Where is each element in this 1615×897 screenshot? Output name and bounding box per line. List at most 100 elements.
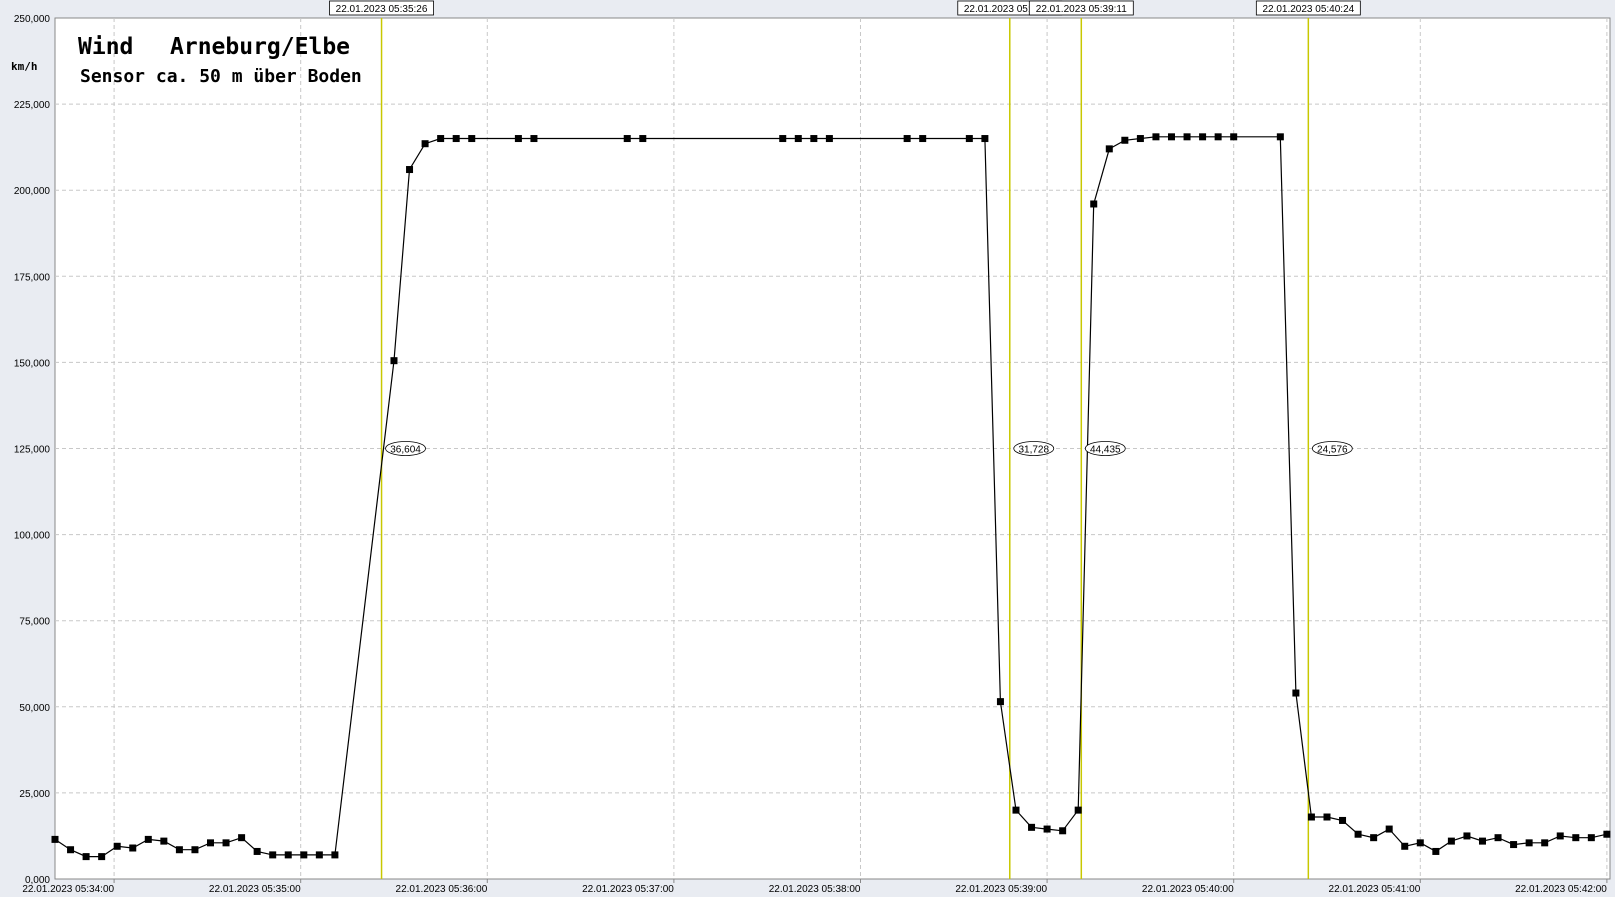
data-point xyxy=(1587,834,1595,842)
data-point xyxy=(919,135,927,143)
data-point xyxy=(207,839,214,847)
data-point xyxy=(1307,813,1315,821)
data-point xyxy=(1323,813,1331,821)
data-point xyxy=(253,847,261,855)
x-tick-label: 22.01.2023 05:40:00 xyxy=(1142,884,1234,895)
data-point xyxy=(1385,825,1393,833)
marker-timestamp: 22.01.2023 05:35:26 xyxy=(336,4,428,15)
data-point xyxy=(1339,816,1347,824)
data-point xyxy=(191,846,199,854)
marker-value-label: 31,728 xyxy=(1018,445,1049,456)
data-point xyxy=(1276,133,1284,141)
x-tick-label: 22.01.2023 05:41:00 xyxy=(1329,884,1421,895)
wind-chart: 0,00025,00050,00075,000100,000125,000150… xyxy=(11,0,1611,895)
data-point xyxy=(269,851,277,859)
data-point xyxy=(144,835,152,843)
data-point xyxy=(1525,839,1533,847)
data-point xyxy=(406,166,414,174)
data-point xyxy=(175,846,183,854)
data-point xyxy=(1199,133,1207,141)
marker-timestamp: 22.01.2023 05:40:24 xyxy=(1262,4,1354,15)
data-point xyxy=(1447,837,1455,845)
data-point xyxy=(1292,689,1300,697)
y-axis-ticks: 0,00025,00050,00075,000100,000125,000150… xyxy=(14,14,51,886)
data-point xyxy=(437,135,445,143)
data-point xyxy=(468,135,476,143)
y-tick-label: 250,000 xyxy=(14,14,51,25)
data-point xyxy=(222,839,230,847)
data-point xyxy=(300,851,308,859)
data-point xyxy=(67,846,75,854)
y-tick-label: 125,000 xyxy=(14,445,51,456)
data-point xyxy=(1028,823,1036,831)
data-point xyxy=(981,135,989,143)
data-point xyxy=(1090,200,1098,208)
data-point xyxy=(98,853,106,861)
data-point xyxy=(1152,133,1160,141)
marker-value-label: 44,435 xyxy=(1090,445,1121,456)
data-point xyxy=(1214,133,1222,141)
data-point xyxy=(794,135,802,143)
chart-title: Wind xyxy=(78,34,133,60)
y-tick-label: 200,000 xyxy=(14,186,51,197)
data-point xyxy=(1370,834,1378,842)
data-point xyxy=(421,140,429,148)
data-point xyxy=(1105,145,1113,153)
data-point xyxy=(1463,832,1471,840)
data-point xyxy=(903,135,911,143)
data-point xyxy=(1478,837,1486,845)
y-tick-label: 25,000 xyxy=(19,789,50,800)
data-point xyxy=(284,851,292,859)
data-point xyxy=(810,135,818,143)
data-point xyxy=(1043,825,1051,833)
y-tick-label: 75,000 xyxy=(19,617,50,628)
data-point xyxy=(113,842,121,850)
data-point xyxy=(996,698,1004,706)
data-point xyxy=(160,837,168,845)
data-point xyxy=(315,851,323,859)
data-point xyxy=(1136,135,1144,143)
data-point xyxy=(1603,830,1611,838)
y-tick-label: 150,000 xyxy=(14,358,51,369)
chart-station: Arneburg/Elbe xyxy=(170,34,350,60)
data-point xyxy=(639,135,647,143)
x-tick-label: 22.01.2023 05:37:00 xyxy=(582,884,674,895)
data-point xyxy=(779,135,787,143)
chart-subtitle: Sensor ca. 50 m über Boden xyxy=(80,66,362,87)
data-point xyxy=(965,135,973,143)
y-axis-unit: km/h xyxy=(11,60,38,73)
data-point xyxy=(514,135,522,143)
data-point xyxy=(1012,806,1020,814)
data-point xyxy=(530,135,538,143)
data-point xyxy=(1183,133,1191,141)
data-point xyxy=(452,135,460,143)
data-point xyxy=(1556,832,1564,840)
data-point xyxy=(1401,842,1409,850)
data-point xyxy=(1432,847,1440,855)
data-point xyxy=(1510,841,1518,849)
y-tick-label: 100,000 xyxy=(14,531,51,542)
data-point xyxy=(1416,839,1424,847)
x-axis-ticks: 22.01.2023 05:34:00 22.01.2023 05:35:00 22… xyxy=(22,879,1608,895)
x-tick-label: 22.01.2023 05:35:00 xyxy=(209,884,301,895)
x-tick-label: 22.01.2023 05:36:00 xyxy=(396,884,488,895)
data-point xyxy=(1541,839,1549,847)
data-point xyxy=(82,853,90,861)
data-point xyxy=(331,851,339,859)
data-point xyxy=(1572,834,1580,842)
marker-timestamp: 22.01.2023 05:39:11 xyxy=(1036,4,1127,15)
data-point xyxy=(238,834,246,842)
data-point xyxy=(825,135,833,143)
data-point xyxy=(1121,136,1129,144)
data-point xyxy=(1230,133,1238,141)
x-tick-label: 22.01.2023 05:42:00 xyxy=(1515,884,1607,895)
marker-value-label: 36,604 xyxy=(390,445,421,456)
y-tick-label: 175,000 xyxy=(14,272,51,283)
data-point xyxy=(129,844,137,852)
data-point xyxy=(390,357,398,365)
y-tick-label: 225,000 xyxy=(14,100,51,111)
data-point xyxy=(623,135,631,143)
x-tick-label: 22.01.2023 05:34:00 xyxy=(22,884,114,895)
data-point xyxy=(1059,827,1067,835)
data-point xyxy=(51,835,59,843)
